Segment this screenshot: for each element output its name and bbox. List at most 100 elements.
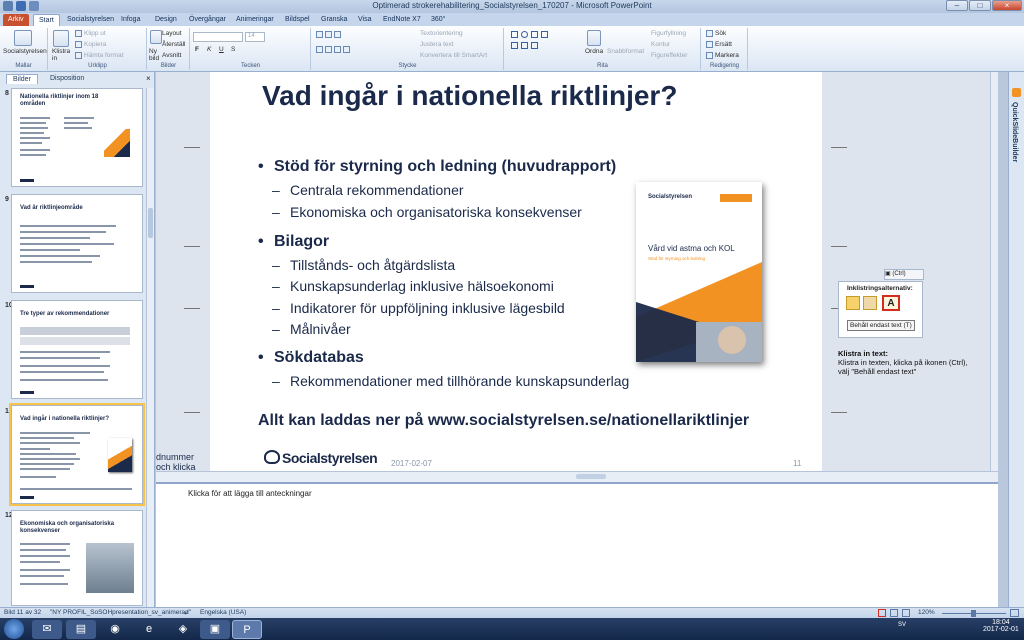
thumbnail-scrollbar[interactable] [146,88,154,607]
paste-keep-formatting-icon[interactable] [863,296,877,310]
slide-thumbnail-10[interactable]: Tre typer av rekommendationer [11,300,143,399]
tab-visa[interactable]: Visa [353,14,377,26]
scroll-thumb[interactable] [576,474,606,479]
triangle-shape-icon[interactable] [511,42,518,49]
cut-button[interactable]: Klipp ut [75,30,106,37]
tab-overgangar[interactable]: Övergångar [184,14,231,26]
ie-taskbar-icon[interactable]: e [134,620,164,639]
tab-socialstyrelsen[interactable]: Socialstyrelsen [62,14,119,26]
section-button[interactable]: Avsnitt [162,52,181,59]
notes-pane[interactable]: Klicka för att lägga till anteckningar [156,482,998,607]
tab-start[interactable]: Start [33,14,60,26]
slide-thumbnail-11[interactable]: Vad ingår i nationella riktlinjer? [9,403,145,506]
shadow-button[interactable]: S [231,46,235,53]
select-button[interactable]: Markera [706,52,739,59]
bullet-1[interactable]: Stöd för styrning och ledning (huvudrapp… [258,158,616,176]
slide-footer-text[interactable]: Allt kan laddas ner på www.socialstyrels… [258,412,749,430]
report-cover-image[interactable]: Socialstyrelsen Vård vid astma och KOL S… [636,182,762,362]
tab-endnote[interactable]: EndNote X7 [378,14,426,26]
notes-placeholder[interactable]: Klicka för att lägga till anteckningar [188,489,312,498]
bullet-2[interactable]: Bilagor [258,233,329,251]
spellcheck-icon[interactable]: ✓ [184,609,189,617]
arrange-button[interactable]: Ordna [585,48,603,55]
bullets-button[interactable] [316,31,343,38]
bold-button[interactable]: F [195,46,199,53]
shape-effects-button[interactable]: Figureffekter [651,52,687,59]
tab-360[interactable]: 360° [426,14,450,26]
reading-view-icon[interactable] [902,609,910,617]
close-button[interactable]: × [992,0,1022,11]
oval-shape-icon[interactable] [521,31,528,38]
paste-keep-text-only-icon[interactable]: A [882,295,900,311]
minimize-button[interactable]: – [946,0,968,11]
language-indicator[interactable]: SV [898,622,906,628]
slide-thumbnail-9[interactable]: Vad är riktlinjeområde [11,194,143,293]
bullet-3[interactable]: Sökdatabas [258,349,364,367]
paste-ctrl-button[interactable]: ▣ (Ctrl) [884,269,924,280]
slide-thumbnail-12[interactable]: Ekonomiska och organisatoriska konsekven… [11,510,143,606]
sub-bullet[interactable]: – Centrala rekommendationer [272,182,464,198]
shape-outline-button[interactable]: Kontur [651,41,670,48]
powerpoint-taskbar-icon[interactable]: P [232,620,262,639]
find-button[interactable]: Sök [706,30,726,37]
align-text-button[interactable]: Justera text [420,41,454,48]
paste-icon[interactable] [53,30,69,47]
line-shape-icon[interactable] [531,31,538,38]
outlook2-taskbar-icon[interactable]: ▣ [200,620,230,639]
slide-canvas[interactable]: Vad ingår i nationella riktlinjer? Stöd … [210,72,822,471]
app-taskbar-icon[interactable]: ◈ [168,620,198,639]
sub-bullet[interactable]: – Ekonomiska och organisatoriska konsekve… [272,204,582,220]
copy-button[interactable]: Kopiera [75,41,106,48]
reset-button[interactable]: Återställ [162,41,185,48]
quick-styles-button[interactable]: Snabbformat [607,48,644,55]
sub-bullet[interactable]: – Indikatorer för uppföljning inklusive l… [272,300,565,316]
scroll-thumb[interactable] [148,208,153,238]
sub-bullet[interactable]: – Kunskapsunderlag inklusive hälsoekonomi [272,278,554,294]
sub-bullet[interactable]: – Tillstånds- och åtgärdslista [272,257,455,273]
arrow-shape-icon[interactable] [541,31,548,38]
slide-vertical-scrollbar[interactable] [990,72,998,472]
mallar-button[interactable]: Socialstyrelsen [3,48,47,55]
tab-granska[interactable]: Granska [316,14,352,26]
tab-infoga[interactable]: Infoga [116,14,145,26]
fit-to-window-icon[interactable] [1010,609,1019,617]
italic-button[interactable]: K [207,46,211,53]
slide-horizontal-scrollbar[interactable] [156,471,998,482]
underline-button[interactable]: U [219,46,224,53]
replace-button[interactable]: Ersätt [706,41,732,48]
language-status[interactable]: Engelska (USA) [200,609,246,616]
quickslidebuilder-pane[interactable]: QuickSlideBuilder [1008,72,1024,607]
new-slide-button[interactable]: Ny bild [149,48,163,62]
zoom-slider-thumb[interactable] [971,610,976,617]
tab-animeringar[interactable]: Animeringar [231,14,279,26]
zoom-level[interactable]: 120% [918,609,935,616]
callout-shape-icon[interactable] [531,42,538,49]
slide-sorter-icon[interactable] [890,609,898,617]
new-slide-icon[interactable] [150,30,162,44]
slide-title[interactable]: Vad ingår i nationella riktlinjer? [262,80,677,112]
socialstyrelsen-logo-icon[interactable] [14,30,32,46]
tab-design[interactable]: Design [150,14,182,26]
chrome-taskbar-icon[interactable]: ◉ [100,620,130,639]
font-name-field[interactable] [193,32,243,42]
tab-arkiv[interactable]: Arkiv [3,14,29,26]
sub-bullet[interactable]: – Rekommendationer med tillhörande kunska… [272,373,629,389]
slide-thumbnail-8[interactable]: Nationella riktlinjer inom 18 områden [11,88,143,187]
font-size-field[interactable]: 14 [245,32,265,42]
close-panel-icon[interactable]: × [146,74,151,83]
clock[interactable]: 18:04 2017-02-01 [983,619,1019,633]
align-buttons[interactable] [316,46,352,53]
layout-button[interactable]: Layout [162,30,182,37]
start-button[interactable] [4,619,24,639]
arrange-icon[interactable] [587,30,601,46]
star-shape-icon[interactable] [521,42,528,49]
shape-fill-button[interactable]: Figurfyllning [651,30,686,37]
paste-destination-theme-icon[interactable] [846,296,860,310]
tab-bildspel[interactable]: Bildspel [280,14,315,26]
tab-bilder[interactable]: Bilder [6,74,38,84]
smartart-button[interactable]: Konvertera till SmartArt [420,52,487,59]
outlook-taskbar-icon[interactable]: ✉ [32,620,62,639]
sub-bullet[interactable]: – Målnivåer [272,321,351,337]
normal-view-icon[interactable] [878,609,886,617]
paste-button[interactable]: Klistra in [52,48,76,62]
